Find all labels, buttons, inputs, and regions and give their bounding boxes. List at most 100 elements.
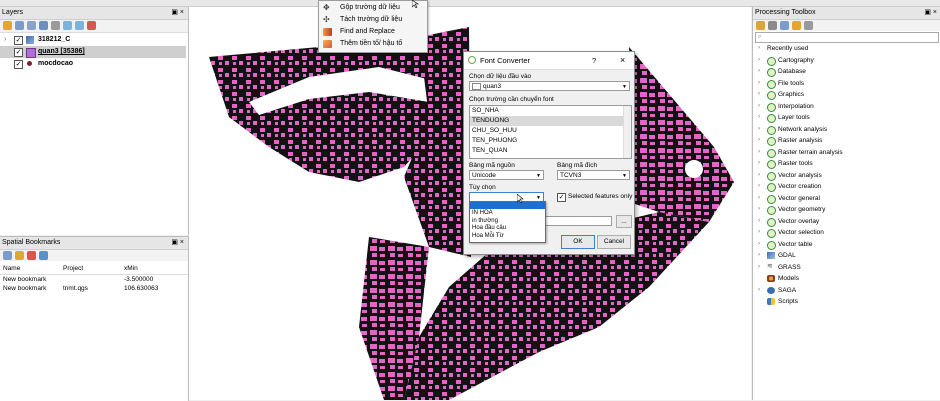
expand-all-icon[interactable] (63, 21, 72, 30)
zoom-bookmark-icon[interactable] (3, 251, 12, 260)
cancel-button[interactable]: Cancel (597, 235, 631, 249)
results-icon[interactable] (780, 21, 789, 30)
layer-visibility-checkbox[interactable]: ✓ (14, 60, 23, 69)
tree-item-grass[interactable]: › ≋ GRASS (753, 262, 940, 274)
input-layer-combo[interactable]: quan3 ▼ (469, 81, 630, 91)
ok-button[interactable]: OK (561, 235, 595, 249)
tree-item-vector-geometry[interactable]: › Vector geometry (753, 204, 940, 216)
layer-item-318212[interactable]: › ✓ 318212_C (0, 34, 186, 46)
remove-layer-icon[interactable] (87, 21, 96, 30)
fields-listbox[interactable]: SO_NHA TENDUONG CHU_SO_HUU TEN_PHUONG TE… (469, 105, 632, 159)
list-item[interactable]: TENDUONG (470, 116, 624, 126)
expand-arrow-icon[interactable]: › (758, 66, 760, 78)
tree-item-vector-overlay[interactable]: › Vector overlay (753, 216, 940, 228)
dropdown-item[interactable]: Hoa Mỗi Từ (472, 233, 504, 241)
list-item[interactable]: CHU_SO_HUU (470, 126, 624, 136)
add-group-icon[interactable] (15, 21, 24, 30)
tree-item-raster-terrain-analysis[interactable]: › Raster terrain analysis (753, 147, 940, 159)
tree-item-vector-creation[interactable]: › Vector creation (753, 181, 940, 193)
expand-arrow-icon[interactable]: › (758, 89, 760, 101)
expand-arrow-icon[interactable]: › (758, 43, 760, 55)
expand-arrow-icon[interactable]: › (758, 285, 760, 297)
browse-button[interactable]: ... (616, 215, 632, 228)
panel-float-close-icon[interactable]: ▣ × (924, 7, 937, 19)
column-header-project[interactable]: Project (63, 264, 83, 274)
tree-item-saga[interactable]: › SAGA (753, 285, 940, 297)
column-header-name[interactable]: Name (3, 264, 20, 274)
expand-arrow-icon[interactable]: › (758, 170, 760, 182)
expand-arrow-icon[interactable]: › (758, 124, 760, 136)
expand-arrow-icon[interactable]: › (758, 181, 760, 193)
dropdown-item[interactable]: IN HOA (472, 210, 493, 218)
expand-arrow-icon[interactable]: › (758, 227, 760, 239)
dropdown-item[interactable]: in thường (472, 218, 498, 226)
tree-item-raster-analysis[interactable]: › Raster analysis (753, 135, 940, 147)
expand-arrow-icon[interactable]: › (758, 216, 760, 228)
tree-item-graphics[interactable]: › Graphics (753, 89, 940, 101)
tree-item-vector-selection[interactable]: › Vector selection (753, 227, 940, 239)
tree-item-models[interactable]: Models (753, 273, 940, 285)
layer-item-mocdocao[interactable]: ✓ mocdocao (0, 58, 186, 70)
panel-float-close-icon[interactable]: ▣ × (171, 237, 184, 249)
layer-item-quan3[interactable]: ✓ quan3 [35386] (0, 46, 186, 58)
share-bookmark-icon[interactable] (39, 251, 48, 260)
expand-arrow-icon[interactable]: › (758, 204, 760, 216)
expand-arrow-icon[interactable]: › (758, 55, 760, 67)
table-row[interactable]: New bookmark tnmt.qgs 106.630063 (0, 284, 188, 293)
table-row[interactable]: New bookmark -3.500000 (0, 275, 188, 284)
menu-item-split-fields[interactable]: ✣ Tách trường dữ liệu (319, 14, 427, 26)
dialog-titlebar[interactable]: Font Converter ? × (464, 52, 634, 70)
source-encoding-combo[interactable]: Unicode ▼ (469, 170, 544, 180)
menu-item-merge-fields[interactable]: ✥ Gộp trường dữ liệu (319, 2, 427, 14)
expand-arrow-icon[interactable]: › (758, 101, 760, 113)
expand-arrow-icon[interactable]: › (4, 34, 6, 46)
target-encoding-combo[interactable]: TCVN3 ▼ (557, 170, 630, 180)
expand-arrow-icon[interactable]: › (758, 262, 760, 274)
list-item[interactable]: TEN_PHUONG (470, 136, 624, 146)
expand-arrow-icon[interactable]: › (758, 147, 760, 159)
new-bookmark-icon[interactable] (15, 251, 24, 260)
tree-item-vector-table[interactable]: › Vector table (753, 239, 940, 251)
tree-item-scripts[interactable]: Scripts (753, 296, 940, 308)
tree-item-database[interactable]: › Database (753, 66, 940, 78)
tree-item-cartography[interactable]: › Cartography (753, 55, 940, 67)
layer-visibility-checkbox[interactable]: ✓ (14, 36, 23, 45)
edit-in-place-icon[interactable] (792, 21, 801, 30)
expand-arrow-icon[interactable]: › (758, 78, 760, 90)
help-button[interactable]: ? (592, 52, 596, 69)
list-item[interactable]: SO_NHA (470, 106, 624, 116)
delete-bookmark-icon[interactable] (27, 251, 36, 260)
eye-icon[interactable] (27, 21, 36, 30)
selected-only-checkbox[interactable]: ✓ (557, 193, 566, 202)
listbox-scrollbar[interactable] (623, 106, 631, 158)
models-menu-icon[interactable] (756, 21, 765, 30)
close-button[interactable]: × (620, 52, 625, 69)
column-header-xmin[interactable]: xMin (124, 264, 138, 274)
tree-item-layer-tools[interactable]: › Layer tools (753, 112, 940, 124)
toolbox-search-input[interactable]: ⌕ (755, 32, 939, 43)
layer-visibility-checkbox[interactable]: ✓ (14, 48, 23, 57)
expand-arrow-icon[interactable]: › (758, 250, 760, 262)
menu-item-prefix-suffix[interactable]: Thêm tiền tố/ hậu tố (319, 38, 427, 50)
tree-item-vector-analysis[interactable]: › Vector analysis (753, 170, 940, 182)
expand-arrow-icon[interactable]: › (758, 135, 760, 147)
menu-item-find-replace[interactable]: Find and Replace (319, 26, 427, 38)
expand-arrow-icon[interactable]: › (758, 158, 760, 170)
dropdown-item[interactable]: Hoa đầu câu (472, 225, 506, 233)
history-icon[interactable] (768, 21, 777, 30)
options-icon[interactable] (804, 21, 813, 30)
filter-icon[interactable] (39, 21, 48, 30)
dropdown-item-empty[interactable] (470, 202, 545, 209)
tree-item-recently-used[interactable]: › Recently used (753, 43, 940, 55)
expand-arrow-icon[interactable]: › (758, 112, 760, 124)
tree-item-file-tools[interactable]: › File tools (753, 78, 940, 90)
panel-float-close-icon[interactable]: ▣ × (171, 7, 184, 19)
filter-legend-icon[interactable] (51, 21, 60, 30)
tree-item-raster-tools[interactable]: › Raster tools (753, 158, 940, 170)
list-item[interactable]: TEN_QUAN (470, 146, 624, 156)
tree-item-vector-general[interactable]: › Vector general (753, 193, 940, 205)
tree-item-interpolation[interactable]: › Interpolation (753, 101, 940, 113)
tree-item-network-analysis[interactable]: › Network analysis (753, 124, 940, 136)
tree-item-gdal[interactable]: › GDAL (753, 250, 940, 262)
collapse-all-icon[interactable] (75, 21, 84, 30)
